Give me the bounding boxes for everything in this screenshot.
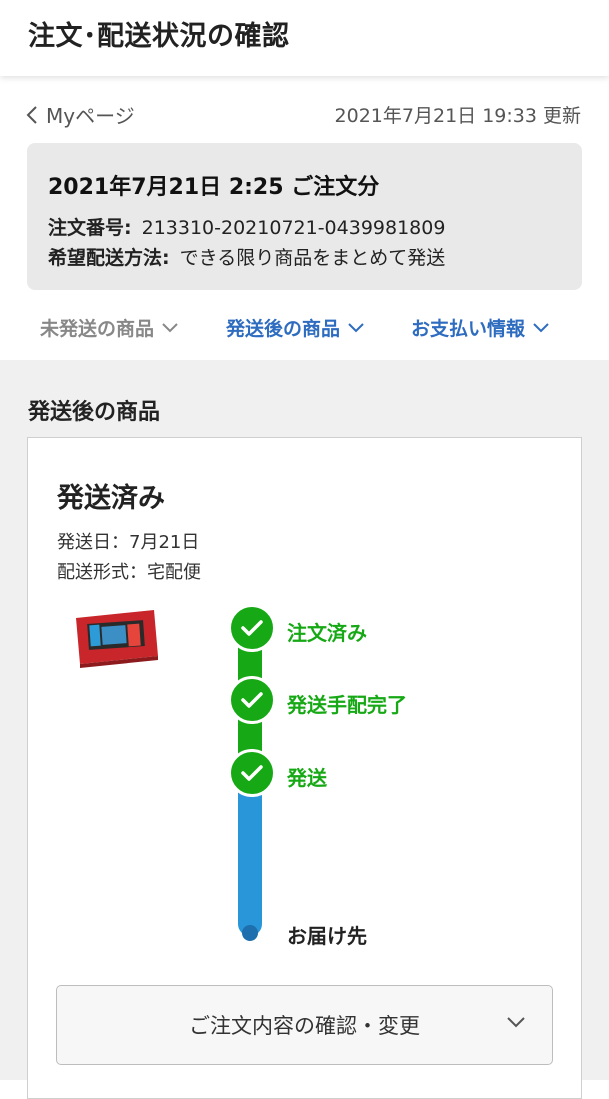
tab-shipped-items[interactable]: 発送後の商品 (226, 314, 364, 341)
order-confirm-change-button[interactable]: ご注文内容の確認・変更 (56, 985, 553, 1065)
tab-label: 発送後の商品 (226, 318, 341, 340)
ship-type: 配送形式：宅配便 (57, 562, 201, 583)
delivery-method-value: できる限り商品をまとめて発送 (179, 247, 446, 269)
order-number-label: 注文番号: (48, 217, 132, 239)
progress-track-pending (238, 788, 262, 936)
chevron-down-icon (507, 1017, 525, 1028)
tab-label: 未発送の商品 (40, 318, 155, 340)
order-date: 2021年7月21日 2:25 ご注文分 (48, 175, 380, 200)
check-icon (241, 692, 263, 708)
step-label-ship-arranged: 発送手配完了 (287, 693, 407, 717)
step-complete-marker (228, 749, 276, 797)
step-label-shipped: 発送 (287, 766, 327, 790)
product-image[interactable] (68, 604, 160, 668)
section-title: 発送後の商品 (28, 400, 161, 425)
nav-row: Myページ 2021年7月21日 19:33 更新 (0, 96, 609, 136)
order-number-row: 注文番号: 213310-20210721-0439981809 (48, 213, 445, 240)
step-complete-marker (228, 676, 276, 724)
tab-label: お支払い情報 (411, 318, 526, 340)
ship-date: 発送日：7月21日 (57, 532, 200, 553)
page-title: 注文･配送状況の確認 (28, 21, 290, 52)
tab-payment-info[interactable]: お支払い情報 (411, 314, 549, 341)
shipment-card: 発送済み 発送日：7月21日 配送形式：宅配便 注文済み 発送手配完了 発送 お… (27, 437, 582, 1099)
app-header: 注文･配送状況の確認 (0, 0, 609, 76)
tab-unsent-items[interactable]: 未発送の商品 (40, 314, 178, 341)
check-icon (241, 620, 263, 636)
button-label: ご注文内容の確認・変更 (189, 1014, 420, 1038)
order-summary: 2021年7月21日 2:25 ご注文分 注文番号: 213310-2021072… (27, 143, 582, 290)
back-link-label: Myページ (46, 104, 135, 128)
shipment-status: 発送済み (57, 483, 165, 514)
step-label-ordered: 注文済み (287, 621, 367, 645)
step-pending-marker (242, 925, 258, 941)
step-label-delivered: お届け先 (287, 924, 367, 948)
chevron-down-icon (162, 322, 178, 332)
section-tabs: 未発送の商品 発送後の商品 お支払い情報 (0, 308, 609, 348)
chevron-down-icon (348, 322, 364, 332)
chevron-left-icon (26, 105, 37, 124)
chevron-down-icon (533, 322, 549, 332)
delivery-method-label: 希望配送方法: (48, 247, 170, 269)
step-complete-marker (228, 604, 276, 652)
check-icon (241, 765, 263, 781)
updated-timestamp: 2021年7月21日 19:33 更新 (334, 105, 581, 127)
order-number-value: 213310-20210721-0439981809 (141, 217, 446, 239)
delivery-method-row: 希望配送方法: できる限り商品をまとめて発送 (48, 243, 445, 270)
back-link[interactable]: Myページ (26, 100, 135, 129)
